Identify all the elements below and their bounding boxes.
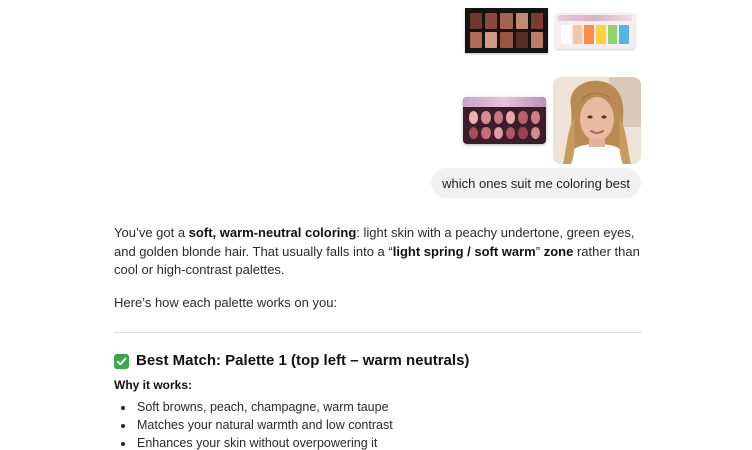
check-mark-icon bbox=[114, 353, 129, 369]
section-divider bbox=[114, 332, 642, 333]
swatch bbox=[500, 13, 513, 29]
selfie-illustration bbox=[553, 77, 641, 164]
intro-text-3: ” bbox=[535, 243, 544, 259]
list-item: Soft browns, peach, champagne, warm taup… bbox=[135, 398, 642, 416]
swatch bbox=[607, 25, 618, 44]
swatch bbox=[493, 111, 503, 124]
palette-lid bbox=[463, 97, 546, 107]
swatch bbox=[561, 25, 571, 44]
swatch bbox=[470, 13, 483, 29]
swatch bbox=[530, 32, 543, 48]
intro-text-1: You’ve got a bbox=[114, 225, 189, 240]
swatch bbox=[619, 25, 629, 44]
palette-rose-pink-image[interactable] bbox=[463, 97, 546, 144]
swatch-grid bbox=[469, 111, 540, 139]
palette-warm-neutrals-image[interactable] bbox=[465, 8, 548, 53]
user-selfie-photo[interactable] bbox=[553, 77, 641, 164]
swatch-grid bbox=[470, 13, 543, 48]
swatch bbox=[584, 25, 594, 44]
swatch bbox=[481, 111, 491, 124]
palette-bright-pastel-image[interactable] bbox=[555, 13, 635, 49]
swatch bbox=[572, 25, 583, 44]
swatch bbox=[485, 13, 498, 29]
best-match-title: Best Match: Palette 1 (top left – warm n… bbox=[136, 351, 470, 369]
list-item: Matches your natural warmth and low cont… bbox=[135, 416, 642, 434]
swatch bbox=[518, 111, 528, 124]
swatch bbox=[469, 111, 479, 124]
intro-bold-season: light spring / soft warm bbox=[392, 243, 536, 259]
swatch-grid bbox=[561, 25, 629, 44]
best-match-heading: Best Match: Palette 1 (top left – warm n… bbox=[114, 351, 642, 371]
intro-bold-zone: zone bbox=[543, 243, 574, 259]
swatch bbox=[515, 32, 528, 48]
reasons-list: Soft browns, peach, champagne, warm taup… bbox=[114, 398, 642, 450]
swatch bbox=[596, 25, 606, 44]
swatch bbox=[481, 126, 491, 139]
swatch bbox=[505, 126, 516, 139]
swatch bbox=[518, 126, 528, 139]
list-item: Enhances your skin without overpowering … bbox=[135, 434, 642, 450]
user-message-bubble: which ones suit me coloring best bbox=[431, 168, 641, 198]
intro-bold-coloring: soft, warm-neutral coloring bbox=[188, 225, 357, 240]
swatch bbox=[505, 111, 516, 124]
swatch bbox=[530, 13, 543, 29]
swatch bbox=[485, 32, 498, 48]
swatch bbox=[500, 32, 513, 48]
chat-page: which ones suit me coloring best You’ve … bbox=[0, 0, 752, 450]
palette-brand-strip bbox=[558, 15, 632, 21]
user-message-text: which ones suit me coloring best bbox=[442, 175, 630, 191]
swatch bbox=[530, 111, 540, 124]
swatch bbox=[470, 32, 483, 48]
intro-paragraph: You’ve got a soft, warm-neutral coloring… bbox=[114, 224, 642, 280]
assistant-reply: You’ve got a soft, warm-neutral coloring… bbox=[114, 224, 642, 450]
swatch bbox=[469, 126, 479, 139]
swatch bbox=[515, 13, 528, 29]
swatch bbox=[493, 126, 503, 139]
lead-paragraph: Here’s how each palette works on you: bbox=[114, 294, 338, 310]
swatch bbox=[530, 126, 540, 139]
why-it-works-label: Why it works: bbox=[114, 378, 193, 392]
